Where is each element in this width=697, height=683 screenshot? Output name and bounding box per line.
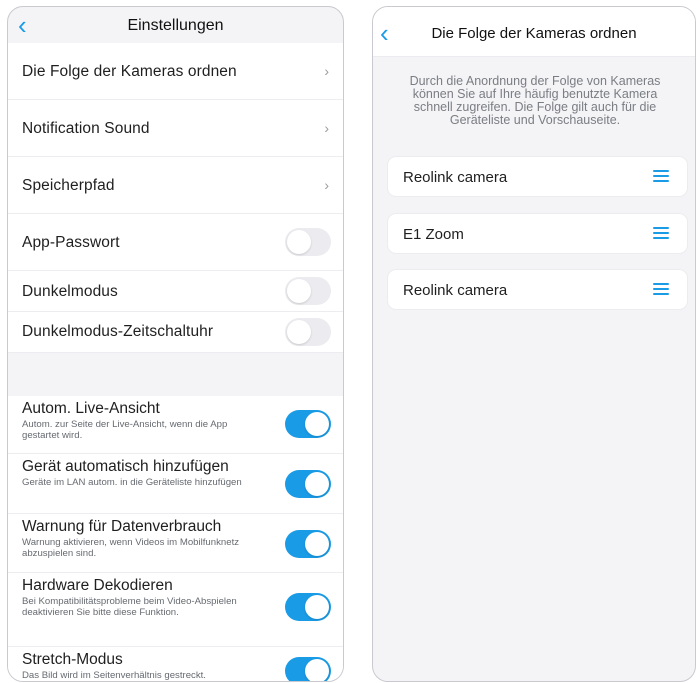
hw-decode-row: Hardware Dekodieren Bei Kompatibilitätsp… bbox=[8, 573, 343, 647]
chevron-right-icon: › bbox=[324, 120, 329, 136]
camera-name: E1 Zoom bbox=[403, 226, 464, 243]
notification-sound-label: Notification Sound bbox=[22, 120, 150, 137]
camera-order-row[interactable]: Die Folge der Kameras ordnen › bbox=[8, 43, 343, 100]
hw-decode-toggle[interactable] bbox=[285, 593, 331, 621]
auto-add-desc: Geräte im LAN autom. in die Geräteliste … bbox=[22, 477, 242, 488]
toggle-knob bbox=[287, 230, 311, 254]
dark-mode-timer-toggle[interactable] bbox=[285, 318, 331, 346]
drag-handle-icon[interactable] bbox=[653, 227, 669, 239]
data-warning-desc: Warnung aktivieren, wenn Videos im Mobil… bbox=[22, 537, 240, 559]
data-warning-row: Warnung für Datenverbrauch Warnung aktiv… bbox=[8, 514, 343, 573]
app-password-label: App-Passwort bbox=[22, 234, 120, 251]
toggle-knob bbox=[305, 472, 329, 496]
feature-toggles-group: Autom. Live-Ansicht Autom. zur Seite der… bbox=[8, 396, 343, 681]
dark-mode-toggle[interactable] bbox=[285, 277, 331, 305]
settings-screen: ‹ Einstellungen Die Folge der Kameras or… bbox=[7, 6, 344, 682]
dark-mode-label: Dunkelmodus bbox=[22, 283, 118, 300]
notification-sound-row[interactable]: Notification Sound › bbox=[8, 100, 343, 157]
page-title: Einstellungen bbox=[127, 17, 224, 34]
intro-text: Durch die Anordnung der Folge von Kamera… bbox=[409, 74, 661, 127]
auto-live-row: Autom. Live-Ansicht Autom. zur Seite der… bbox=[8, 396, 343, 454]
drag-handle-icon[interactable] bbox=[653, 283, 669, 295]
camera-name: Reolink camera bbox=[403, 169, 508, 186]
dark-mode-timer-row: Dunkelmodus-Zeitschaltuhr bbox=[8, 312, 343, 353]
auto-add-title: Gerät automatisch hinzufügen bbox=[22, 458, 229, 475]
data-warning-toggle[interactable] bbox=[285, 530, 331, 558]
dark-mode-row: Dunkelmodus bbox=[8, 271, 343, 312]
camera-order-screen: ‹ Die Folge der Kameras ordnen Durch die… bbox=[372, 6, 696, 682]
toggle-knob bbox=[287, 279, 311, 303]
storage-path-row[interactable]: Speicherpfad › bbox=[8, 157, 343, 214]
storage-path-label: Speicherpfad bbox=[22, 177, 115, 194]
chevron-right-icon: › bbox=[324, 63, 329, 79]
chevron-right-icon: › bbox=[324, 177, 329, 193]
dark-mode-timer-label: Dunkelmodus-Zeitschaltuhr bbox=[22, 323, 214, 340]
auto-live-title: Autom. Live-Ansicht bbox=[22, 400, 160, 417]
drag-handle-icon[interactable] bbox=[653, 170, 669, 182]
camera-name: Reolink camera bbox=[403, 282, 508, 299]
camera-order-nav-bar: ‹ Die Folge der Kameras ordnen bbox=[373, 7, 695, 57]
page-title: Die Folge der Kameras ordnen bbox=[431, 25, 637, 42]
toggle-knob bbox=[287, 320, 311, 344]
stretch-desc: Das Bild wird im Seitenverhältnis gestre… bbox=[22, 670, 206, 681]
navigation-group: Die Folge der Kameras ordnen › Notificat… bbox=[8, 43, 343, 353]
hw-decode-title: Hardware Dekodieren bbox=[22, 577, 173, 594]
auto-add-toggle[interactable] bbox=[285, 470, 331, 498]
toggle-knob bbox=[305, 412, 329, 436]
app-password-row: App-Passwort bbox=[8, 214, 343, 271]
auto-live-desc: Autom. zur Seite der Live-Ansicht, wenn … bbox=[22, 419, 228, 441]
camera-order-label: Die Folge der Kameras ordnen bbox=[22, 63, 237, 80]
app-password-toggle[interactable] bbox=[285, 228, 331, 256]
stretch-title: Stretch-Modus bbox=[22, 651, 123, 668]
auto-live-toggle[interactable] bbox=[285, 410, 331, 438]
camera-list-item[interactable]: Reolink camera bbox=[388, 270, 687, 309]
toggle-knob bbox=[305, 659, 329, 681]
data-warning-title: Warnung für Datenverbrauch bbox=[22, 518, 222, 535]
hw-decode-desc: Bei Kompatibilitätsprobleme beim Video-A… bbox=[22, 596, 237, 618]
settings-nav-bar: ‹ Einstellungen bbox=[8, 7, 343, 43]
toggle-knob bbox=[305, 595, 329, 619]
camera-list-item[interactable]: Reolink camera bbox=[388, 157, 687, 196]
toggle-knob bbox=[305, 532, 329, 556]
camera-list-item[interactable]: E1 Zoom bbox=[388, 214, 687, 253]
stretch-toggle[interactable] bbox=[285, 657, 331, 681]
auto-add-row: Gerät automatisch hinzufügen Geräte im L… bbox=[8, 454, 343, 514]
stretch-row: Stretch-Modus Das Bild wird im Seitenver… bbox=[8, 647, 343, 681]
